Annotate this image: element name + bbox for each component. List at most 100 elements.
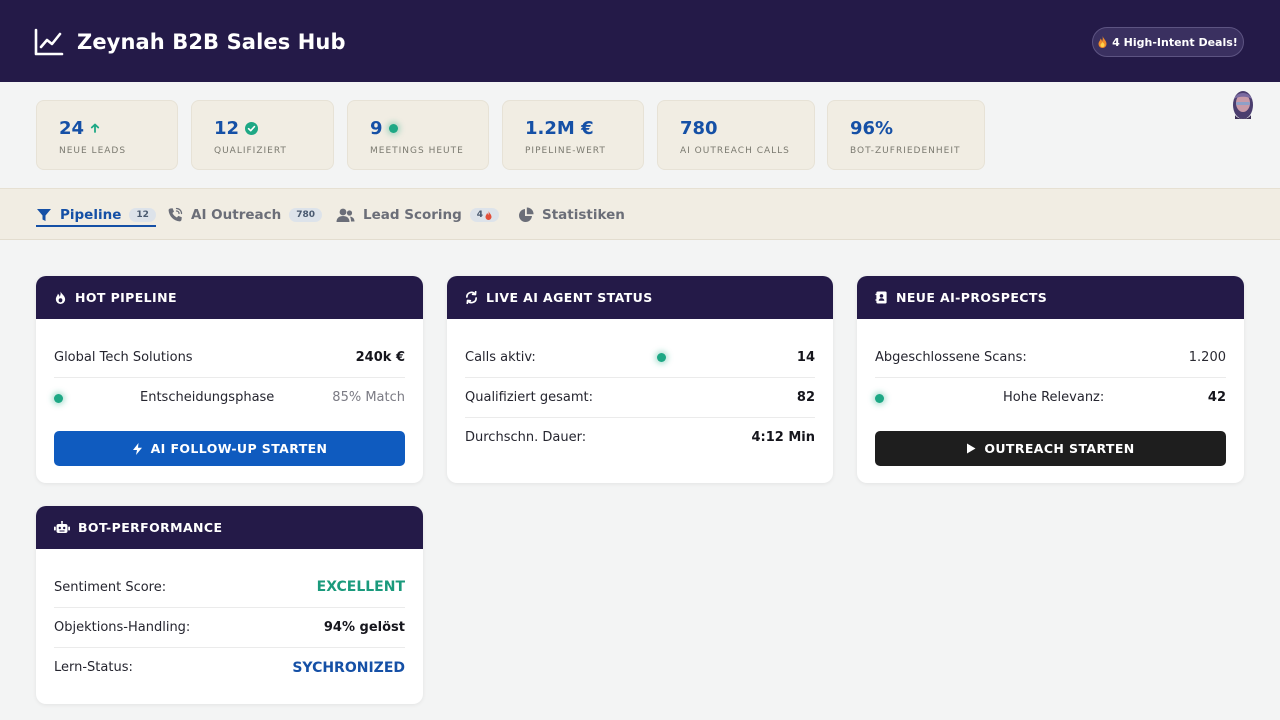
flame-icon bbox=[55, 291, 66, 304]
contact-book-icon bbox=[875, 291, 887, 304]
card-title: NEUE AI-PROSPECTS bbox=[896, 290, 1048, 305]
live-dot bbox=[388, 123, 398, 133]
row-label: Qualifiziert gesamt: bbox=[465, 390, 593, 405]
tab-ai-outreach[interactable]: AI Outreach 780 bbox=[167, 189, 323, 241]
bot-performance-card: BOT-PERFORMANCE Sentiment Score: EXCELLE… bbox=[36, 506, 423, 704]
stat-label: QUALIFIZIERT bbox=[214, 146, 287, 156]
tab-statistics[interactable]: Statistiken bbox=[518, 189, 625, 241]
tab-pipeline[interactable]: Pipeline 12 bbox=[36, 189, 156, 241]
stat-value: 24 bbox=[59, 117, 85, 139]
row-label: Durchschn. Dauer: bbox=[465, 430, 587, 445]
tab-badge: 4 bbox=[469, 208, 500, 222]
check-circle-icon bbox=[245, 121, 259, 135]
phone-icon bbox=[168, 207, 183, 222]
tab-label: Pipeline bbox=[60, 207, 122, 223]
status-dot bbox=[54, 394, 63, 403]
card-title: BOT-PERFORMANCE bbox=[78, 520, 223, 535]
stat-card-bot-satisfaction[interactable]: 96% BOT-ZUFRIEDENHEIT bbox=[827, 100, 985, 170]
flame-icon bbox=[1098, 36, 1107, 48]
card-header: NEUE AI-PROSPECTS bbox=[857, 276, 1244, 319]
stat-value: 96% bbox=[850, 117, 894, 139]
tab-badge: 780 bbox=[289, 208, 323, 222]
tab-label: Lead Scoring bbox=[363, 207, 462, 223]
stat-card-outreach-calls[interactable]: 780 AI OUTREACH CALLS bbox=[657, 100, 815, 170]
row-label: Sentiment Score: bbox=[54, 579, 167, 595]
qualified-total-row: Qualifiziert gesamt: 82 bbox=[465, 377, 815, 417]
tab-badge-count: 4 bbox=[476, 210, 484, 220]
sentiment-value: EXCELLENT bbox=[316, 579, 405, 595]
avatar[interactable] bbox=[1229, 89, 1257, 121]
row-label: Lern-Status: bbox=[54, 660, 133, 675]
prospects-card: NEUE AI-PROSPECTS Abgeschlossene Scans: … bbox=[857, 276, 1244, 483]
live-dot bbox=[657, 353, 666, 362]
users-icon bbox=[336, 208, 355, 222]
row-value: 4:12 Min bbox=[751, 430, 815, 445]
button-label: AI FOLLOW-UP STARTEN bbox=[150, 441, 328, 456]
stat-label: AI OUTREACH CALLS bbox=[680, 146, 790, 156]
company-name: Global Tech Solutions bbox=[54, 349, 193, 365]
trend-chart-icon bbox=[34, 28, 64, 56]
tab-bar: Pipeline 12 AI Outreach 780 Lead Scoring… bbox=[0, 188, 1280, 240]
row-label: Objektions-Handling: bbox=[54, 620, 191, 635]
stat-value: 1.2M € bbox=[525, 117, 594, 139]
stat-value: 9 bbox=[370, 117, 383, 139]
stat-label: PIPELINE-WERT bbox=[525, 146, 606, 156]
tab-lead-scoring[interactable]: Lead Scoring 4 bbox=[336, 189, 500, 241]
status-dot bbox=[875, 394, 884, 403]
ai-follow-up-button[interactable]: AI FOLLOW-UP STARTEN bbox=[54, 431, 405, 466]
card-header: BOT-PERFORMANCE bbox=[36, 506, 423, 549]
row-value: 1.200 bbox=[1188, 349, 1226, 365]
card-title: HOT PIPELINE bbox=[75, 290, 177, 305]
play-icon bbox=[967, 443, 976, 454]
row-value: 14 bbox=[796, 349, 815, 365]
card-title: LIVE AI AGENT STATUS bbox=[486, 290, 653, 305]
arrow-up-icon bbox=[90, 123, 100, 133]
scans-row: Abgeschlossene Scans: 1.200 bbox=[875, 337, 1226, 377]
funnel-icon bbox=[37, 209, 51, 221]
outreach-start-button[interactable]: OUTREACH STARTEN bbox=[875, 431, 1226, 466]
relevance-row: Hohe Relevanz: 42 bbox=[875, 377, 1226, 417]
bolt-icon bbox=[132, 442, 142, 455]
stat-value: 12 bbox=[214, 117, 240, 139]
tab-label: AI Outreach bbox=[191, 207, 282, 223]
stat-card-pipeline-value[interactable]: 1.2M € PIPELINE-WERT bbox=[502, 100, 644, 170]
stat-card-meetings[interactable]: 9 MEETINGS HEUTE bbox=[347, 100, 489, 170]
pie-chart-icon bbox=[519, 207, 534, 222]
agent-status-card: LIVE AI AGENT STATUS Calls aktiv: 14 Qua… bbox=[447, 276, 833, 483]
avg-duration-row: Durchschn. Dauer: 4:12 Min bbox=[465, 417, 815, 457]
sync-icon bbox=[466, 291, 477, 304]
stat-card-new-leads[interactable]: 24 NEUE LEADS bbox=[36, 100, 178, 170]
high-intent-deals-badge[interactable]: 4 High-Intent Deals! bbox=[1092, 27, 1244, 57]
stat-label: BOT-ZUFRIEDENHEIT bbox=[850, 146, 961, 156]
app-header: Zeynah B2B Sales Hub 4 High-Intent Deals… bbox=[0, 0, 1280, 82]
stat-label: NEUE LEADS bbox=[59, 146, 127, 156]
row-value: 82 bbox=[796, 390, 815, 405]
stat-card-qualified[interactable]: 12 QUALIFIZIERT bbox=[191, 100, 334, 170]
tab-badge: 12 bbox=[129, 208, 156, 222]
objection-handling-row: Objektions-Handling: 94% gelöst bbox=[54, 607, 405, 647]
robot-icon bbox=[54, 521, 70, 533]
pipeline-phase-row: Entscheidungsphase 85% Match bbox=[54, 377, 405, 417]
learning-status-value: SYCHRONIZED bbox=[292, 659, 405, 676]
hot-pipeline-card: HOT PIPELINE Global Tech Solutions 240k … bbox=[36, 276, 423, 483]
pipeline-company-row[interactable]: Global Tech Solutions 240k € bbox=[54, 337, 405, 377]
match-score: 85% Match bbox=[332, 390, 405, 405]
calls-active-row: Calls aktiv: 14 bbox=[465, 337, 815, 377]
stat-value: 780 bbox=[680, 117, 718, 139]
stat-label: MEETINGS HEUTE bbox=[370, 146, 464, 156]
deal-phase: Entscheidungsphase bbox=[140, 390, 275, 405]
row-value: 42 bbox=[1207, 390, 1226, 405]
card-header: LIVE AI AGENT STATUS bbox=[447, 276, 833, 319]
learning-status-row: Lern-Status: SYCHRONIZED bbox=[54, 647, 405, 687]
deal-amount: 240k € bbox=[355, 349, 405, 365]
flame-icon bbox=[485, 210, 492, 220]
row-label: Hohe Relevanz: bbox=[1003, 390, 1105, 405]
tab-label: Statistiken bbox=[542, 207, 625, 223]
sentiment-row: Sentiment Score: EXCELLENT bbox=[54, 567, 405, 607]
card-header: HOT PIPELINE bbox=[36, 276, 423, 319]
app-title: Zeynah B2B Sales Hub bbox=[77, 30, 346, 54]
deals-badge-label: 4 High-Intent Deals! bbox=[1112, 35, 1238, 49]
button-label: OUTREACH STARTEN bbox=[984, 441, 1135, 456]
row-label: Calls aktiv: bbox=[465, 349, 536, 365]
row-label: Abgeschlossene Scans: bbox=[875, 349, 1027, 365]
